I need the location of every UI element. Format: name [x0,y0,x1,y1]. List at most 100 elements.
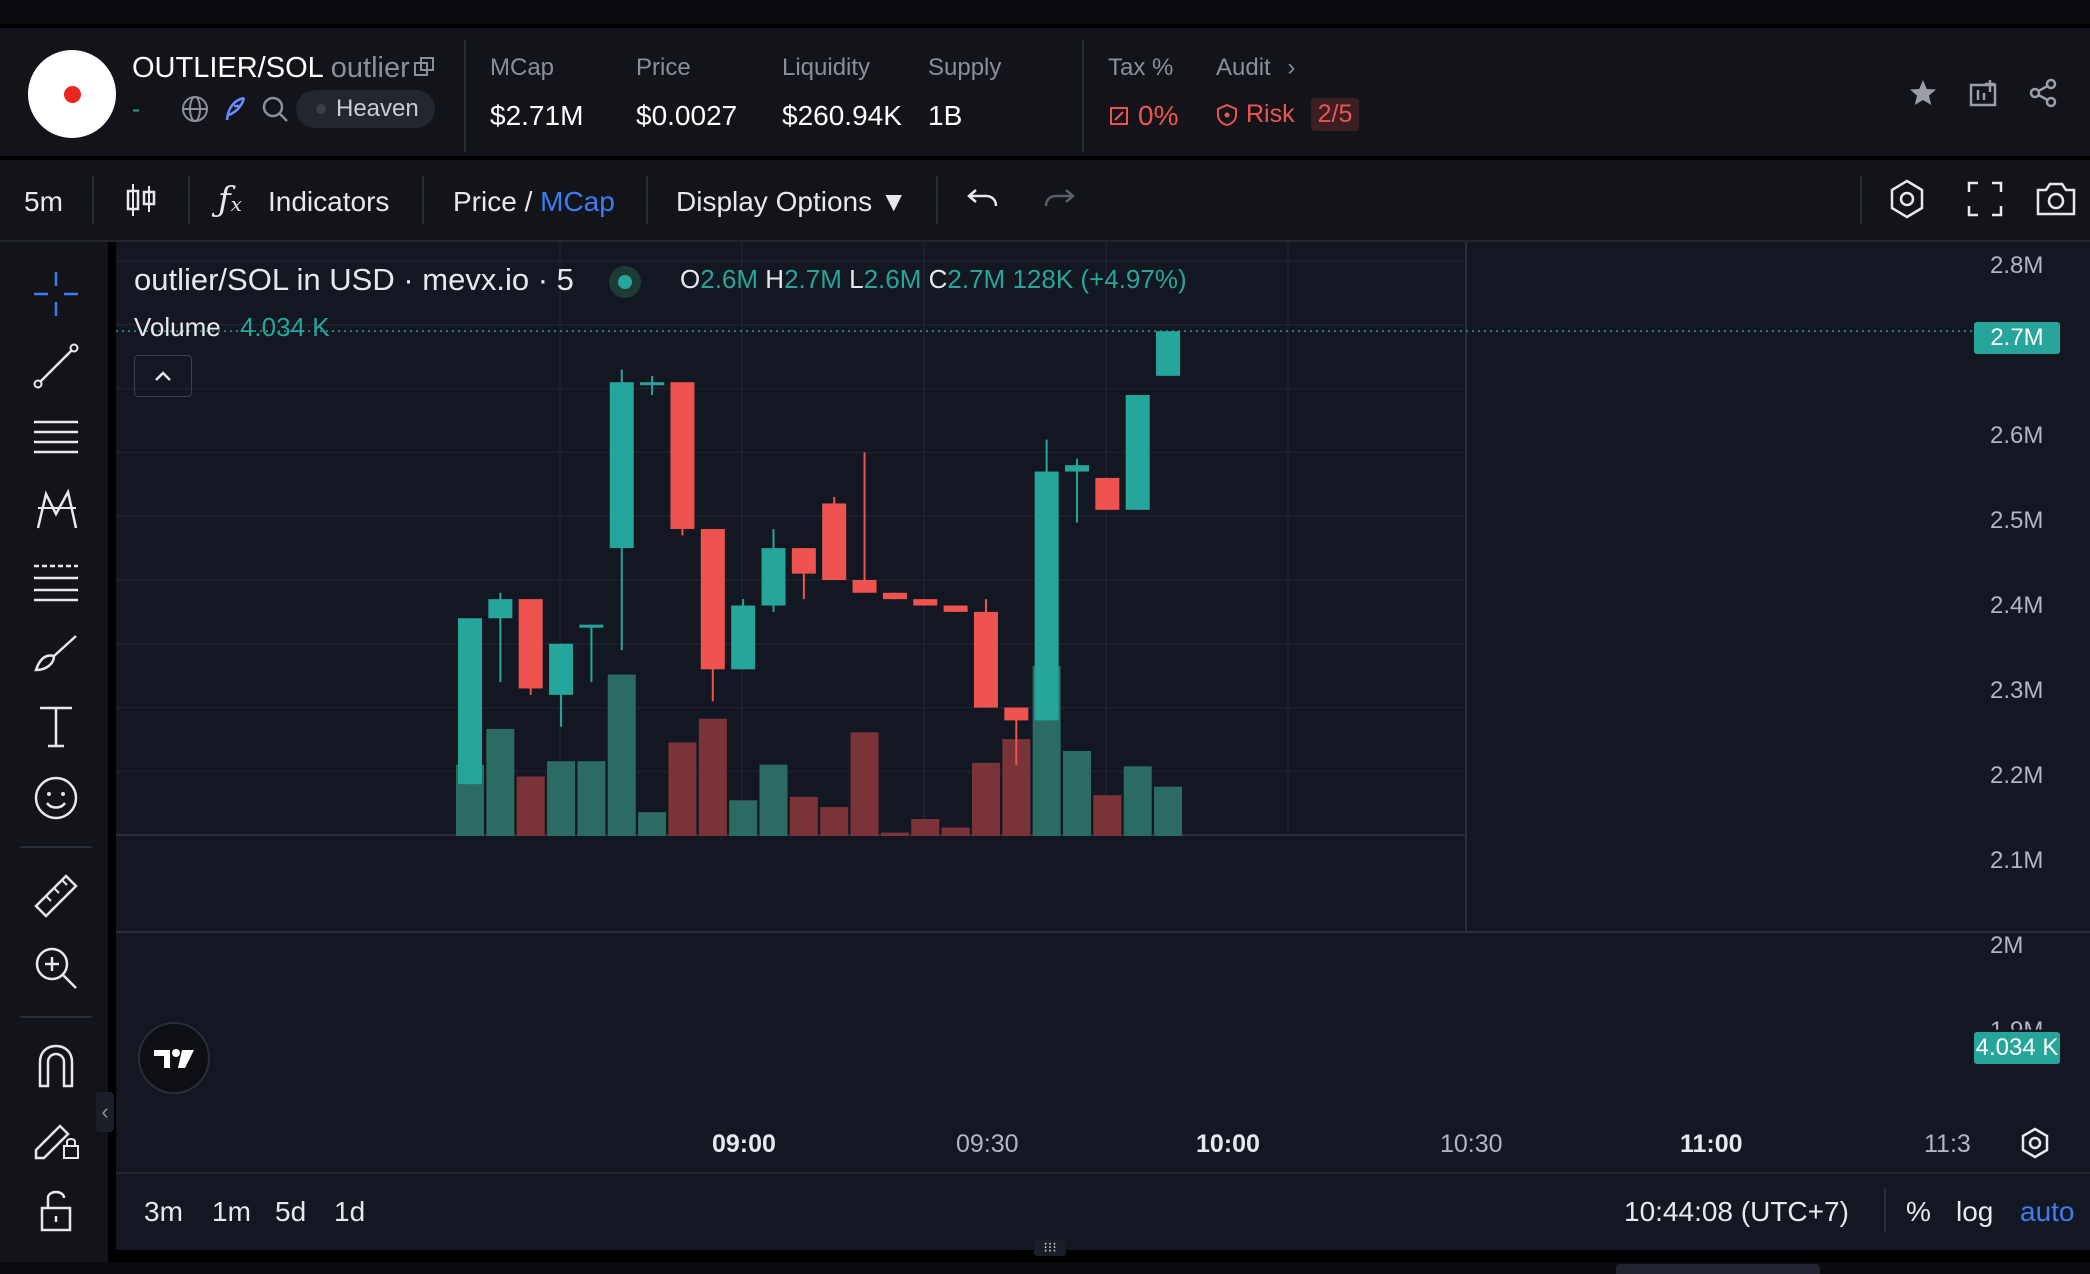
log-toggle[interactable]: log [1956,1196,1993,1228]
volume-bar [516,776,545,836]
volume-bar [607,674,636,836]
star-icon[interactable] [1908,78,1938,108]
candles-icon[interactable] [124,182,158,218]
candle-body [852,580,877,593]
settings-gear-icon[interactable] [1886,178,1928,220]
pattern-icon[interactable] [30,484,82,536]
auto-toggle[interactable]: auto [2020,1196,2075,1228]
tax-label: Tax % [1108,54,1174,81]
range-button-5d[interactable]: 5d [275,1196,306,1228]
mcap-option[interactable]: MCap [540,186,615,217]
emoji-icon[interactable] [30,772,82,824]
crosshair-icon[interactable] [30,268,82,320]
volume-bar [638,812,667,836]
slash-text: / [516,186,541,217]
header-divider-2 [1082,40,1084,152]
unlock-icon[interactable] [30,1184,82,1236]
ohlc-legend: O2.6M H2.7M L2.6M C2.7M 128K (+4.97%) [680,264,1187,295]
price-option[interactable]: Price [453,186,517,217]
toolbar-divider [92,176,94,224]
volume-bar [668,742,697,836]
range-button-3m[interactable]: 3m [144,1196,183,1228]
range-button-1d[interactable]: 1d [334,1196,365,1228]
fib-levels-icon[interactable] [30,556,82,608]
price-mcap-toggle[interactable]: Price / MCap [453,186,615,218]
candle-body [518,599,543,689]
candle-body [670,382,695,529]
indicators-button[interactable]: Indicators [268,186,389,218]
ohlc-high: 2.7M [784,264,842,294]
copy-icon[interactable] [413,56,435,78]
lock-drawing-icon[interactable] [30,1112,82,1164]
candle-body [1125,394,1150,510]
interval-button[interactable]: 5m [24,186,63,218]
volume-bar [1154,786,1183,836]
ohlc-open: 2.6M [700,264,759,294]
candle-body [822,503,847,580]
stat-price-label: Price [636,54,691,81]
candle-body [609,382,634,549]
candlestick-chart[interactable] [116,242,2090,1172]
price-axis-label: 2.5M [1990,507,2044,534]
telegram-feather-icon[interactable] [220,94,250,124]
toolbar-divider [422,176,424,224]
fx-icon[interactable]: ƒx [218,180,242,220]
range-button-1m[interactable]: 1m [212,1196,251,1228]
redo-icon[interactable] [1042,184,1076,214]
axis-settings-icon[interactable] [2018,1126,2052,1160]
toolbar-divider [20,846,92,848]
toolbar-divider [188,176,190,224]
volume-bar [486,728,515,836]
tax-value-group: 0% [1108,100,1178,132]
risk-group[interactable]: Risk 2/5 [1216,98,1360,131]
tax-icon [1110,107,1128,125]
volume-bar [1093,795,1122,836]
tradingview-logo[interactable] [138,1022,210,1094]
ohlc-o-label: O [680,264,701,294]
time-axis-label: 10:30 [1440,1130,1503,1158]
fullscreen-icon[interactable] [1966,180,2004,218]
ohlc-close: 2.7M [947,264,1006,294]
token-name: outlier [330,52,410,84]
clock-timezone[interactable]: 10:44:08 (UTC+7) [1624,1196,1849,1228]
time-axis-label: 09:30 [956,1130,1019,1158]
candle-body [761,548,786,606]
volume-legend: Volume 4.034 K [134,312,330,343]
last-price-tag: 2.7M [1974,322,2060,354]
volume-bar [698,718,727,836]
collapse-sidebar-chevron-icon[interactable]: ‹ [96,1092,114,1132]
price-axis-label: 2.4M [1990,592,2044,619]
toolbar-divider [1860,176,1862,224]
percent-toggle[interactable]: % [1906,1196,1931,1228]
magnet-icon[interactable] [30,1040,82,1092]
volume-bar [789,796,818,836]
time-axis-label: 11:00 [1680,1130,1743,1158]
text-tool-icon[interactable] [30,700,82,752]
search-icon[interactable] [260,94,290,124]
candle-body [791,548,816,574]
token-title: OUTLIER/SOL outlier [132,52,410,85]
share-icon[interactable] [2028,78,2058,108]
volume-bar [1063,751,1091,836]
bottom-divider [1884,1188,1886,1232]
candle-body [882,592,907,600]
brush-icon[interactable] [30,628,82,680]
globe-icon[interactable] [180,94,210,124]
camera-icon[interactable] [2034,178,2078,218]
ruler-icon[interactable] [30,870,82,922]
audit-label-group[interactable]: Audit › [1216,54,1295,82]
window-top-strip [0,0,2090,24]
resize-handle[interactable]: ⁝⁝⁝ [1034,1240,1066,1256]
display-options-button[interactable]: Display Options ▼ [676,186,908,218]
zoom-in-icon[interactable] [30,942,82,994]
horizontal-lines-icon[interactable] [30,412,82,464]
undo-icon[interactable] [966,184,1000,214]
collapse-legend-chevron-icon[interactable] [134,355,192,397]
dex-chip[interactable]: Heaven [296,90,435,128]
ohlc-h-label: H [765,264,785,294]
candle-body [458,618,482,785]
volume-label: Volume [134,312,221,342]
chart-compare-icon[interactable] [1968,78,1998,108]
candle-body [1156,331,1181,376]
trend-line-icon[interactable] [30,340,82,392]
